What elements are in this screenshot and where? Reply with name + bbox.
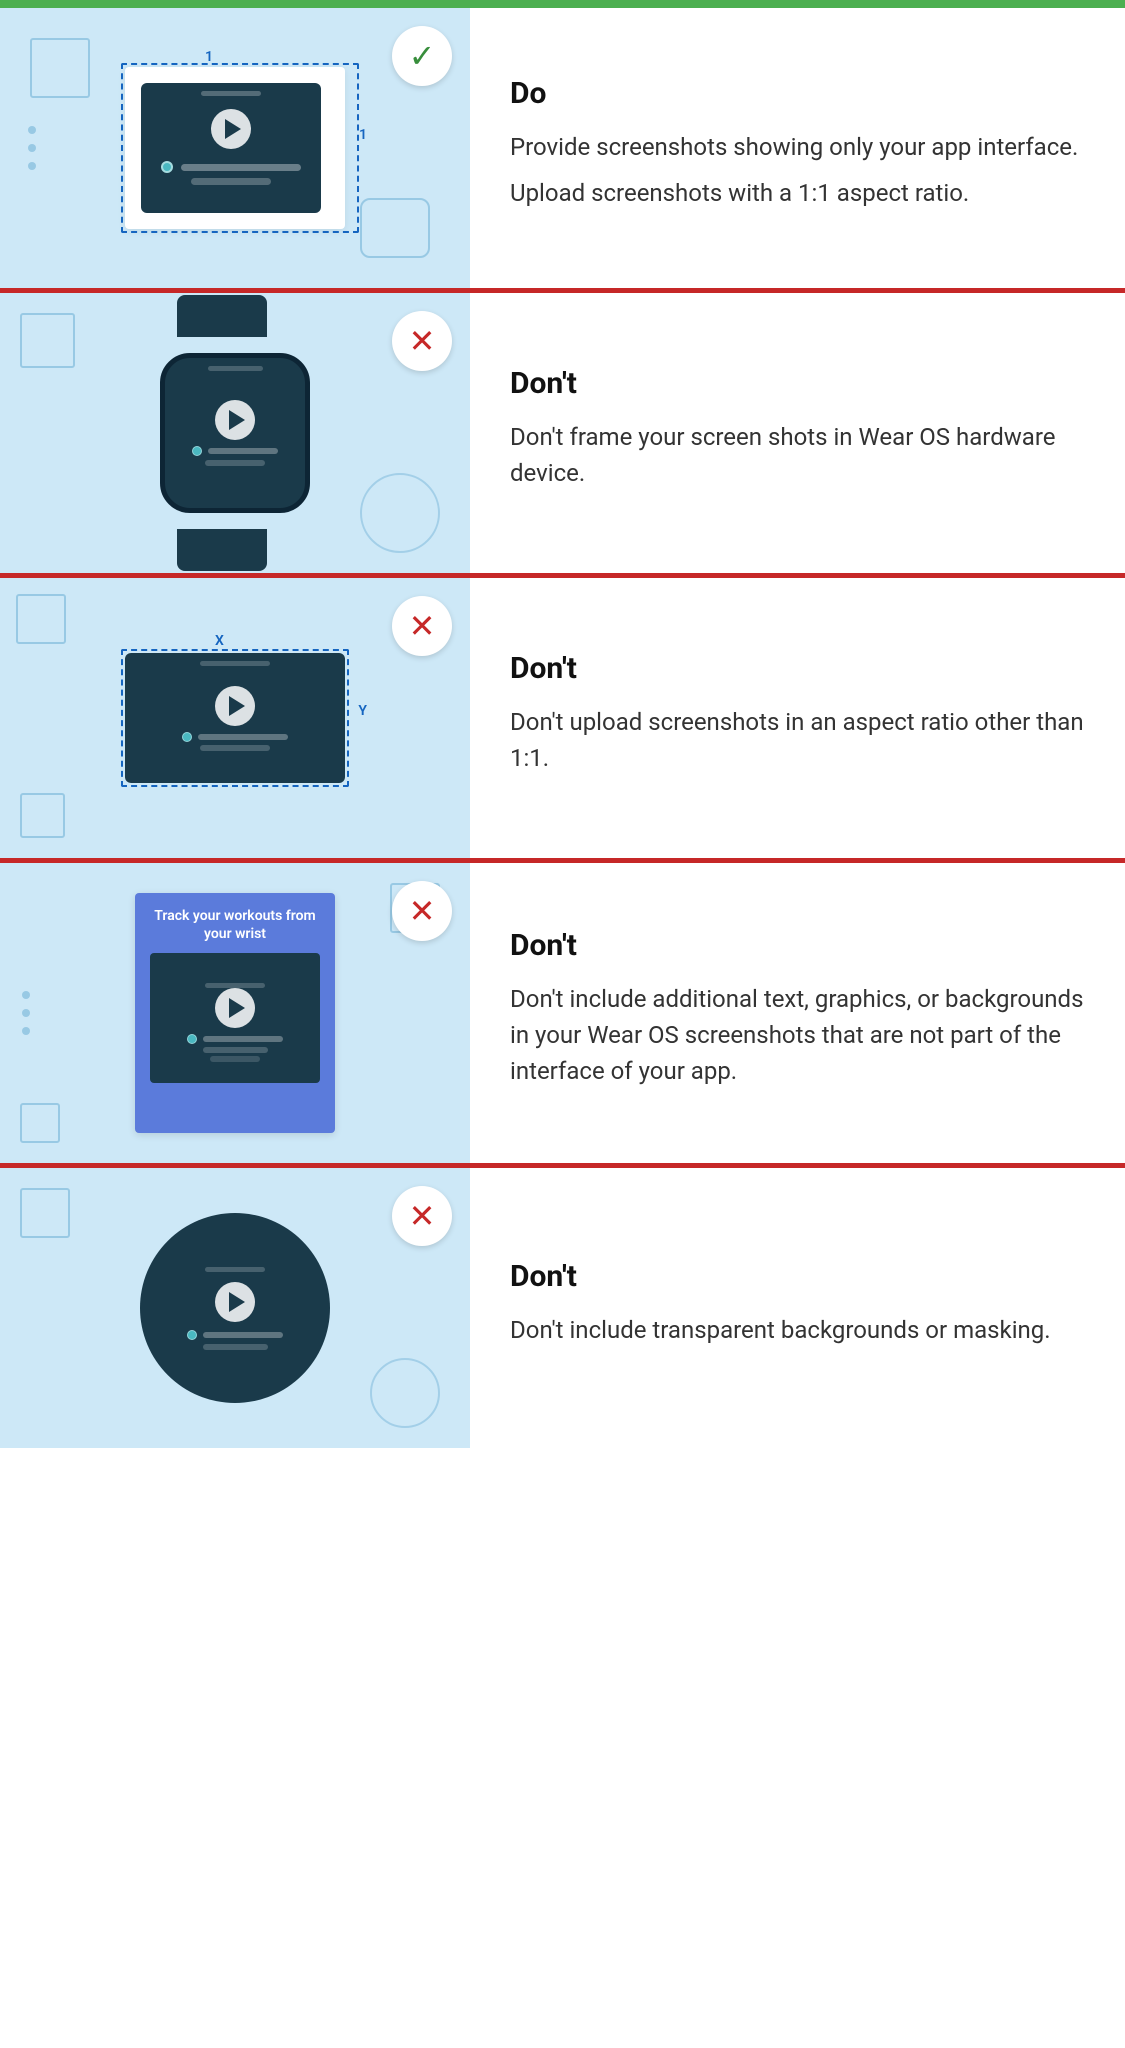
watch-mockup — [155, 333, 315, 533]
watch-top-bar — [165, 366, 305, 371]
section-heading-do: Do — [510, 76, 1085, 111]
s3-label-x: X — [215, 633, 224, 649]
s1-bar-small — [191, 178, 271, 185]
s2-bar1 — [208, 448, 278, 454]
s4-dot — [187, 1034, 197, 1044]
s2-bar-row — [192, 446, 278, 456]
bg-deco-circle — [360, 473, 440, 553]
s4-overlay-text: Track your workouts from your wrist — [135, 907, 335, 953]
section-do: ✓ 1 1 Do Provide screenshots show — [0, 8, 1125, 293]
s5-circle-screen — [140, 1213, 330, 1403]
bg-deco-dots — [28, 126, 36, 170]
section-p1-do: Provide screenshots showing only your ap… — [510, 129, 1085, 165]
section-left-watch: ✕ — [0, 293, 470, 573]
section-left-text: ✕ Track your workouts from your wrist — [0, 863, 470, 1163]
bg-deco-rect-2 — [360, 198, 430, 258]
top-progress-bar — [0, 0, 1125, 8]
s3-bar-row — [182, 732, 288, 742]
section-right-do: Do Provide screenshots showing only your… — [470, 8, 1125, 288]
section-p1-dont-transparent: Don't include transparent backgrounds or… — [510, 1312, 1085, 1348]
section-heading-dont-ratio: Don't — [510, 651, 1085, 686]
s1-card: 1 1 — [125, 67, 345, 229]
section-p1-dont-ratio: Don't upload screenshots in an aspect ra… — [510, 704, 1085, 776]
section-right-watch: Don't Don't frame your screen shots in W… — [470, 293, 1125, 573]
s2-bar2 — [205, 460, 265, 466]
section-right-text: Don't Don't include additional text, gra… — [470, 863, 1125, 1163]
section-p1-dont-text: Don't include additional text, graphics,… — [510, 981, 1085, 1089]
watch-crown — [307, 403, 310, 428]
bg-deco-rect-4 — [16, 594, 66, 644]
s1-screen — [141, 83, 321, 213]
s4-screen — [150, 953, 320, 1083]
s3-play-btn — [215, 686, 255, 726]
s5-dot — [187, 1330, 197, 1340]
section-left-ratio: ✕ X Y — [0, 578, 470, 858]
s3-card: X Y — [125, 653, 345, 783]
s5-bar-row — [187, 1330, 283, 1340]
bg-deco-rect-7 — [20, 1103, 60, 1143]
bg-deco-rect-5 — [20, 793, 65, 838]
s1-bar — [181, 164, 301, 171]
s2-dot — [192, 446, 202, 456]
s3-bar1 — [198, 734, 288, 740]
bg-deco-circle-2 — [370, 1358, 440, 1428]
bg-deco-rect-3 — [20, 313, 75, 368]
s4-badge: ✕ — [392, 881, 452, 941]
s3-top-bar — [125, 661, 345, 666]
s1-bottom-row — [161, 161, 301, 174]
section-left-do: ✓ 1 1 — [0, 8, 470, 288]
section-heading-dont-text: Don't — [510, 928, 1085, 963]
s3-bar2 — [200, 745, 270, 751]
section-heading-dont-transparent: Don't — [510, 1259, 1085, 1294]
s4-card: Track your workouts from your wrist — [135, 893, 335, 1133]
section-left-transparent: ✕ — [0, 1168, 470, 1448]
s3-badge: ✕ — [392, 596, 452, 656]
s4-top-bar — [205, 983, 265, 988]
s5-top-bar — [205, 1267, 265, 1272]
section-dont-ratio: ✕ X Y Don't Don't upload screenshots in … — [0, 578, 1125, 863]
section-right-transparent: Don't Don't include transparent backgrou… — [470, 1168, 1125, 1448]
watch-band-top — [177, 295, 267, 337]
s4-bar1 — [203, 1036, 283, 1042]
watch-body — [160, 353, 310, 513]
section-dont-text: ✕ Track your workouts from your wrist Do… — [0, 863, 1125, 1168]
s1-dot — [161, 161, 173, 173]
do-badge: ✓ — [392, 26, 452, 86]
s1-label-y: 1 — [359, 127, 367, 143]
s2-play-btn — [215, 400, 255, 440]
bg-deco-dots-2 — [22, 991, 30, 1035]
s4-top-bar-wrap — [205, 983, 265, 996]
watch-band-bottom — [177, 529, 267, 571]
bg-deco-rect-1 — [30, 38, 90, 98]
section-p2-do: Upload screenshots with a 1:1 aspect rat… — [510, 175, 1085, 211]
s4-bar3 — [210, 1056, 260, 1062]
s5-badge: ✕ — [392, 1186, 452, 1246]
s1-label-x: 1 — [205, 49, 213, 65]
bg-deco-rect-8 — [20, 1188, 70, 1238]
section-heading-dont-watch: Don't — [510, 366, 1085, 401]
s4-bar2 — [203, 1047, 268, 1053]
s4-bar-row — [187, 1034, 283, 1044]
s2-badge: ✕ — [392, 311, 452, 371]
s5-play-btn — [215, 1282, 255, 1322]
s3-dot — [182, 732, 192, 742]
s3-label-y: Y — [358, 703, 367, 719]
section-right-ratio: Don't Don't upload screenshots in an asp… — [470, 578, 1125, 858]
section-dont-transparent: ✕ Don't Don't include transparent backgr… — [0, 1168, 1125, 1448]
s1-play-btn — [211, 109, 251, 149]
s5-bar1 — [203, 1332, 283, 1338]
section-dont-watch: ✕ Don't Don't frame your screen s — [0, 293, 1125, 578]
s3-screen — [125, 653, 345, 783]
section-p1-dont-watch: Don't frame your screen shots in Wear OS… — [510, 419, 1085, 491]
s5-bar2 — [203, 1344, 268, 1350]
